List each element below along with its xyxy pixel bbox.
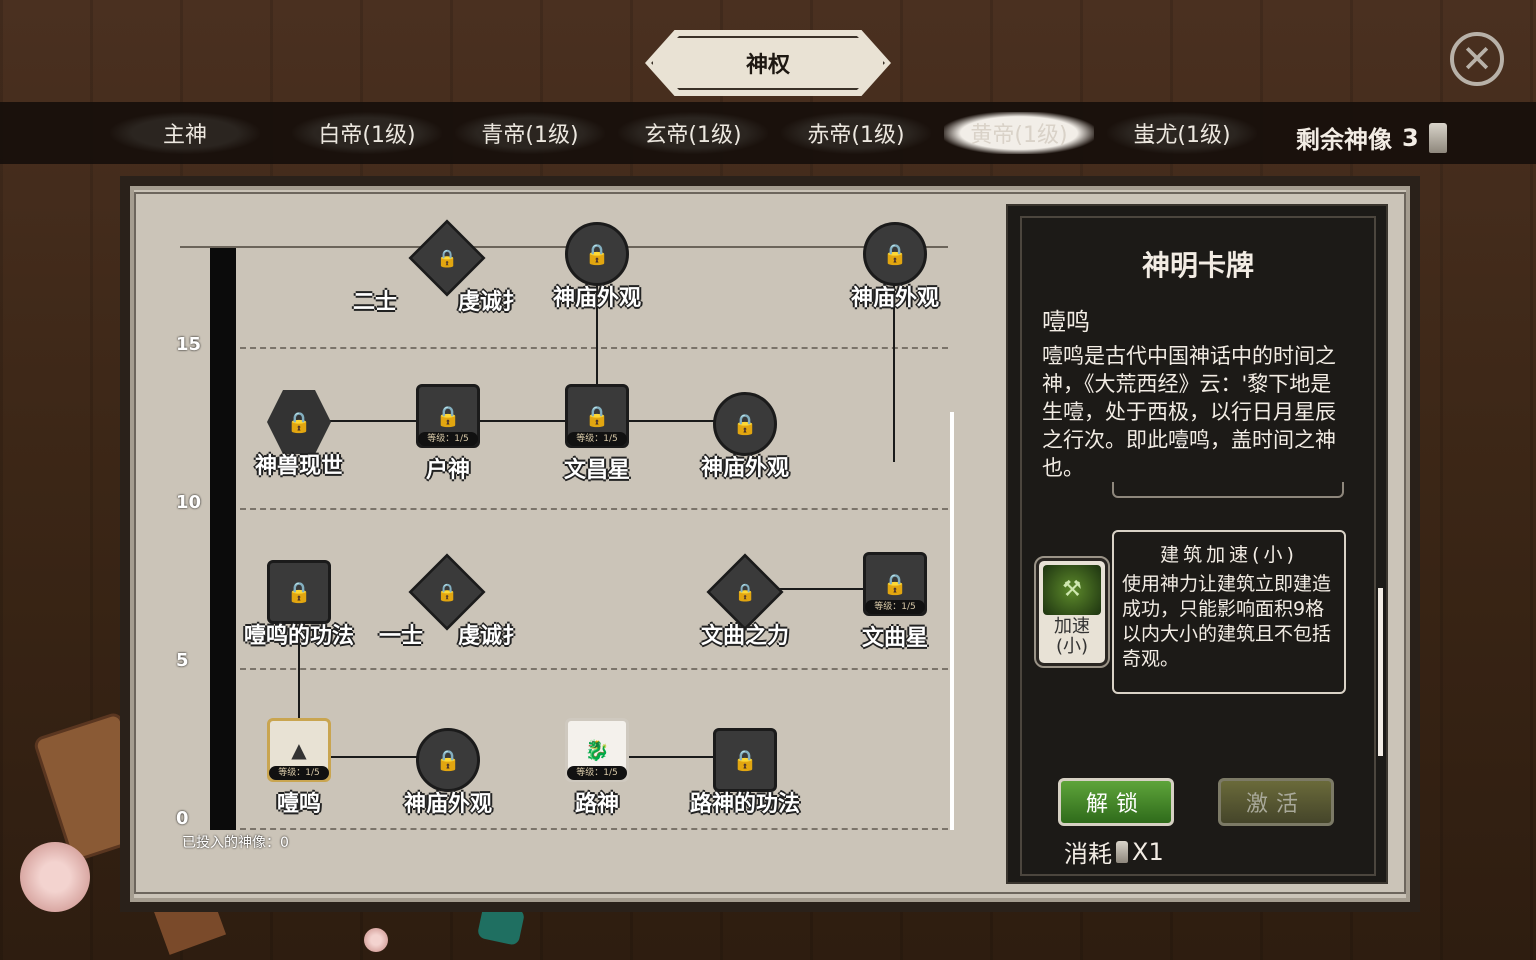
skill-node[interactable]: 🔒 路神的功法	[670, 728, 820, 828]
skill-icon[interactable]: ⚒ 加速 (小)	[1034, 556, 1110, 668]
skill-node[interactable]: 🔒 神庙外观	[522, 222, 672, 322]
tier-line-10	[240, 508, 948, 510]
card-scrollbar[interactable]	[1378, 588, 1383, 756]
tab-chiyou[interactable]: 蚩尤(1级)	[1107, 112, 1257, 154]
node-level: 等级：1/5	[269, 766, 329, 780]
node-label: 噎鸣	[276, 792, 321, 817]
skill-node[interactable]: 🔒 神庙外观	[670, 392, 820, 492]
remaining-statues: 剩余神像 3	[1296, 120, 1447, 155]
title-plate: 神权	[645, 30, 891, 96]
remaining-count: 3	[1402, 123, 1419, 152]
skill-node[interactable]: 🔒 等级：1/5 文曲星	[820, 552, 970, 652]
skill-node[interactable]: 🔒 虔诚扌	[372, 219, 524, 326]
skill-node[interactable]: 🐉 等级：1/5 路神	[522, 718, 672, 818]
flower-decoration	[20, 842, 90, 912]
remaining-label: 剩余神像	[1296, 126, 1392, 154]
tier-line-15	[240, 347, 948, 349]
skill-node[interactable]: 🔒 文曲之力	[670, 553, 820, 660]
lock-icon: 🔒	[713, 728, 777, 792]
tab-red-emperor[interactable]: 赤帝(1级)	[781, 112, 931, 154]
page-title: 神权	[745, 53, 790, 78]
tab-green-emperor[interactable]: 青帝(1级)	[455, 112, 605, 154]
skill-node[interactable]: 🔒 神庙外观	[373, 728, 523, 828]
node-label: 文曲星	[861, 626, 928, 651]
tab-yellow-emperor[interactable]: 黄帝(1级)	[944, 112, 1094, 154]
lock-icon: 🔒	[416, 728, 480, 792]
node-label: 神兽现世	[254, 454, 343, 479]
activate-button[interactable]: 激活	[1218, 778, 1334, 826]
statue-token-icon	[1116, 840, 1128, 863]
lock-icon: 🔒	[713, 392, 777, 456]
skill-node[interactable]: 🔒 等级：1/5 户神	[373, 384, 523, 484]
lock-icon: 🔒	[565, 222, 629, 286]
axis-tick-15: 15	[176, 334, 202, 355]
skill-node[interactable]: 🔒 神兽现世	[224, 390, 374, 490]
node-label: 神庙外观	[552, 286, 641, 311]
lock-icon: 🔒	[863, 222, 927, 286]
node-label: 路神的功法	[689, 792, 800, 817]
god-description: 噎鸣是古代中国神话中的时间之神，《大荒西经》云：'黎下地是生噎，处于西极，以行日…	[1042, 344, 1336, 480]
axis-tick-10: 10	[176, 492, 202, 513]
close-button[interactable]: ✕	[1450, 32, 1504, 86]
lock-icon: 🔒	[267, 560, 331, 624]
node-label: 虔诚扌	[457, 624, 524, 649]
skill-node-selected[interactable]: ▲ 等级：1/5 噎鸣	[224, 718, 374, 818]
node-label: 神庙外观	[700, 456, 789, 481]
cost-display: 消耗 X1	[1064, 834, 1164, 869]
node-label: 神庙外观	[403, 792, 492, 817]
node-level: 等级：1/5	[418, 432, 478, 446]
invested-statues: 已投入的神像：0	[182, 835, 289, 851]
lock-icon: 🔒	[267, 390, 331, 454]
cost-value: X1	[1132, 837, 1164, 866]
tab-main-god[interactable]: 主神	[110, 112, 260, 154]
axis-tick-0: 0	[176, 808, 189, 829]
node-label: 路神	[574, 792, 619, 817]
god-name: 噎鸣	[1042, 308, 1090, 336]
axis-tick-5: 5	[176, 650, 189, 671]
skill-description: 使用神力让建筑立即建造成功，只能影响面积9格以内大小的建筑且不包括奇观。	[1122, 573, 1332, 670]
node-level: 等级：1/5	[865, 600, 925, 614]
node-label: 神庙外观	[850, 286, 939, 311]
tab-white-emperor[interactable]: 白帝(1级)	[292, 112, 442, 154]
unlock-button[interactable]: 解锁	[1058, 778, 1174, 826]
node-level: 等级：1/5	[567, 432, 627, 446]
node-label: 户神	[425, 458, 470, 483]
skill-node[interactable]: 🔒 神庙外观	[820, 222, 970, 322]
skill-name: 建筑加速(小)	[1160, 544, 1298, 566]
node-label: 文昌星	[563, 458, 630, 483]
node-label: 文曲之力	[700, 624, 789, 649]
tier-line-0	[240, 828, 948, 830]
description-box-edge	[1112, 482, 1344, 498]
cost-label: 消耗	[1064, 840, 1112, 868]
speedup-icon: ⚒	[1043, 565, 1101, 615]
statue-token-icon	[1428, 122, 1447, 153]
flower-decoration	[364, 928, 388, 952]
card-title: 神明卡牌	[1141, 249, 1254, 282]
skill-node[interactable]: 🔒 虔诚扌	[372, 553, 524, 660]
tab-black-emperor[interactable]: 玄帝(1级)	[618, 112, 768, 154]
tier-line-5	[240, 668, 948, 670]
node-level: 等级：1/5	[567, 766, 627, 780]
skill-node[interactable]: 🔒 等级：1/5 文昌星	[522, 384, 672, 484]
close-icon: ✕	[1461, 37, 1493, 81]
